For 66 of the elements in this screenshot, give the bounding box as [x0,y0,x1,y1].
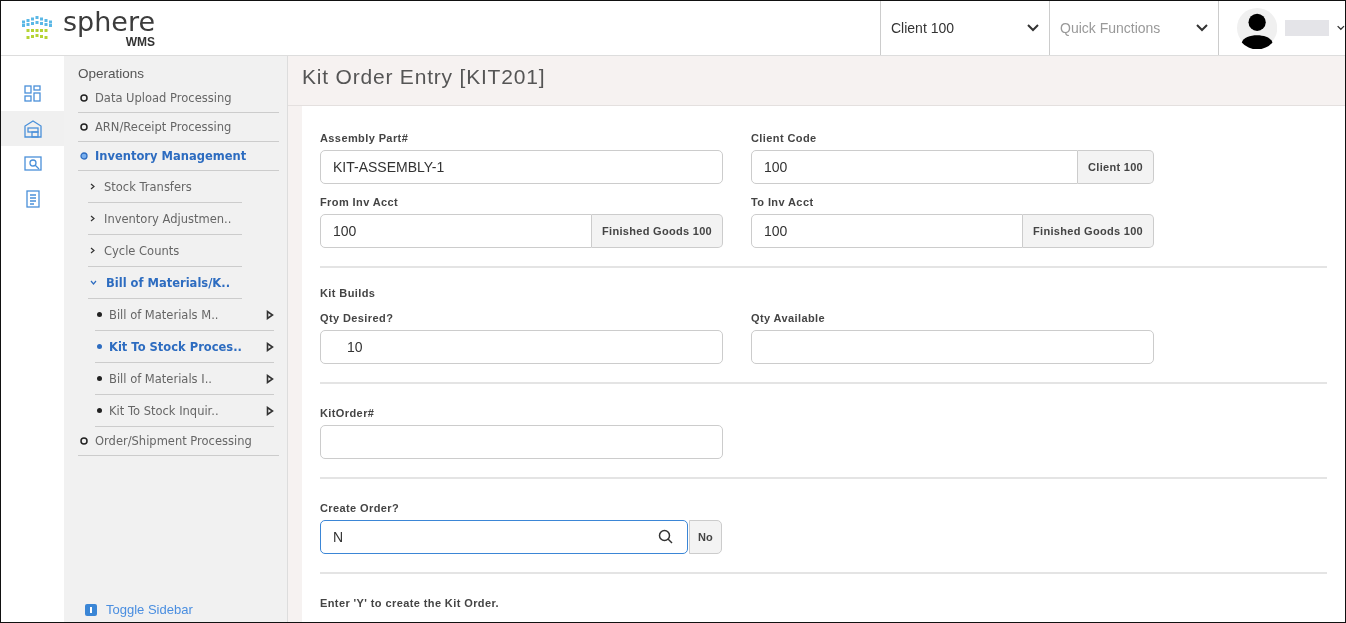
sidebar-item[interactable]: Cycle Counts [88,235,242,267]
chevron-right-icon [90,183,95,190]
field-description: Finished Goods 100 [1023,214,1154,248]
input-field[interactable]: KIT-ASSEMBLY-1 [320,150,723,184]
play-outline-icon[interactable] [266,309,274,320]
chevron-down-icon[interactable] [1337,25,1345,31]
field-label: From Inv Acct [320,196,399,208]
circle-bullet-icon [80,123,88,131]
dot-icon [97,376,102,381]
field-description: Client 100 [1078,150,1154,184]
sidebar-item[interactable]: Bill of Materials/K.. [88,267,242,299]
sidebar-item[interactable]: ARN/Receipt Processing [78,113,279,142]
section-heading: Kit Builds [320,287,377,299]
sidebar-item[interactable]: Kit To Stock Proces.. [95,331,274,363]
field-label: Assembly Part# [320,132,409,144]
lookup-field[interactable]: N [320,520,688,554]
field-label: KitOrder# [320,407,375,419]
chevron-down-icon [90,280,97,285]
input-field[interactable] [320,425,723,459]
dashboard-icon [22,83,43,104]
input-field[interactable]: 100 [751,150,1079,184]
sidebar-item[interactable]: Order/Shipment Processing [78,427,279,456]
bullet-icon [80,152,88,160]
field-label: Qty Available [751,312,826,324]
redacted-username [1285,20,1330,36]
sidebar-item[interactable]: Data Upload Processing [78,84,279,113]
sidebar-item[interactable]: Bill of Materials I.. [95,363,274,395]
field-description: No [689,520,722,554]
sidebar-item[interactable]: Bill of Materials M.. [95,299,274,331]
sidebar-item[interactable]: Inventory Adjustmen.. [88,203,242,235]
chevron-down-icon [1027,24,1039,32]
sidebar-item[interactable]: Kit To Stock Inquir.. [95,395,274,427]
scan-icon [22,153,43,174]
chevron-right-icon [90,247,95,254]
logo-subtitle: WMS [125,36,156,48]
dot-icon [97,344,102,349]
user-avatar-icon[interactable] [1237,7,1278,49]
dot-icon [97,408,102,413]
field-label: Client Code [751,132,817,144]
sidebar-toggle-icon[interactable] [85,603,97,616]
play-outline-icon[interactable] [266,341,274,352]
input-field[interactable]: 100 [751,214,1024,248]
client-select[interactable]: Client 100 [880,1,1049,55]
circle-bullet-icon [80,94,88,102]
quick-functions-select[interactable]: Quick Functions [1049,1,1218,55]
chevron-down-icon [1196,24,1208,32]
help-text: Enter 'Y' to create the Kit Order. [320,597,499,609]
field-description: Finished Goods 100 [592,214,723,248]
sidebar-heading: Operations [77,66,146,81]
input-field[interactable] [751,330,1154,364]
input-field[interactable]: 10 [320,330,723,364]
play-outline-icon[interactable] [266,373,274,384]
warehouse-icon [22,118,43,139]
sidebar-item[interactable]: Stock Transfers [88,171,242,203]
field-label: To Inv Acct [751,196,814,208]
input-field[interactable]: 100 [320,214,593,248]
search-icon[interactable] [658,529,673,544]
logo-text: sphere [63,8,156,35]
chevron-right-icon [90,215,95,222]
field-label: Qty Desired? [320,312,394,324]
dot-icon [97,312,102,317]
circle-bullet-icon [80,437,88,445]
field-label: Create Order? [320,502,400,514]
toggle-sidebar-link[interactable]: Toggle Sidebar [106,602,193,617]
sidebar-item[interactable]: Inventory Management [78,142,279,171]
play-outline-icon[interactable] [266,405,274,416]
